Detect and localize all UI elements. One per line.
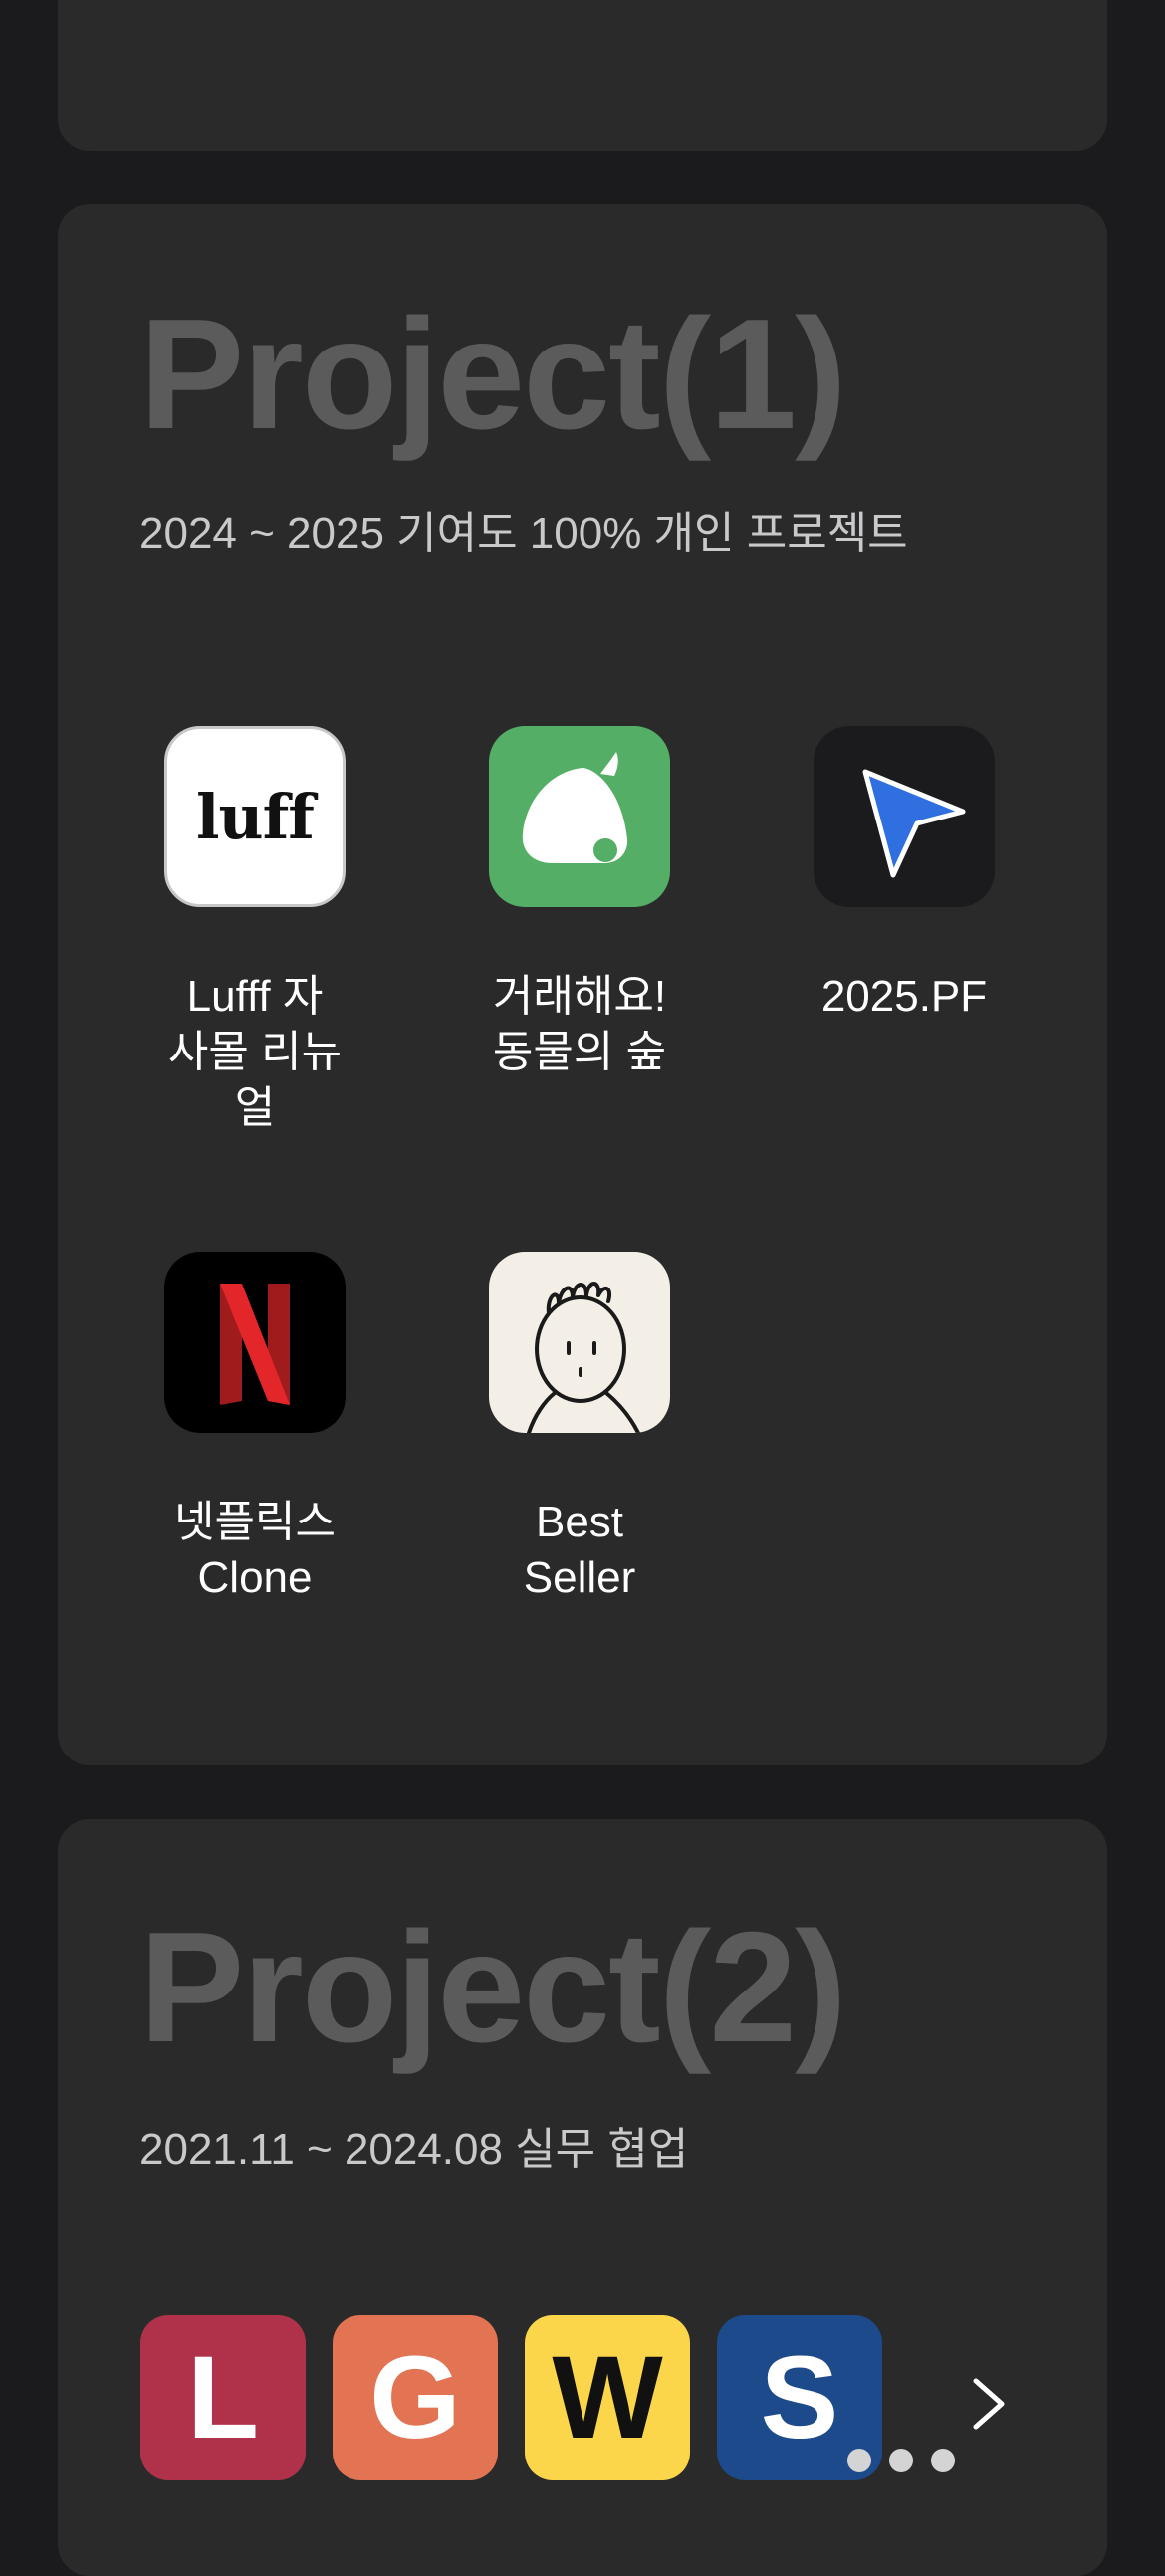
project-1-subtitle: 2024 ~ 2025 기여도 100% 개인 프로젝트 — [139, 509, 908, 558]
previous-section-card — [58, 0, 1107, 151]
cursor-arrow-icon — [814, 726, 995, 907]
project-2-title: Project(2) — [139, 1900, 847, 2075]
app-best-seller[interactable]: Best Seller — [450, 1252, 709, 1606]
luff-logo-text: luff — [196, 780, 315, 853]
app-netflix-clone[interactable]: 넷플릭스 Clone — [125, 1252, 384, 1606]
project-2-card: Project(2) 2021.11 ~ 2024.08 실무 협업 L G W… — [58, 1819, 1107, 2576]
project-2-subtitle: 2021.11 ~ 2024.08 실무 협업 — [139, 2125, 689, 2174]
app-label: 거래해요! 동물의 숲 — [492, 972, 667, 1076]
project-1-card: Project(1) 2024 ~ 2025 기여도 100% 개인 프로젝트 … — [58, 204, 1107, 1765]
app-2025-portfolio[interactable]: 2025.PF — [775, 726, 1034, 1025]
app-label: 넷플릭스 Clone — [174, 1498, 336, 1602]
app-label: 2025.PF — [820, 972, 988, 1021]
app-label: Best Seller — [523, 1498, 636, 1602]
app-animal-crossing-trade[interactable]: 거래해요! 동물의 숲 — [450, 726, 709, 1080]
company-badge-g[interactable]: G — [333, 2315, 498, 2480]
project-1-title: Project(1) — [139, 287, 847, 462]
company-badge-l[interactable]: L — [140, 2315, 306, 2480]
chevron-right-icon[interactable] — [966, 2375, 1012, 2433]
netflix-logo-icon — [164, 1252, 346, 1433]
app-lufff-renewal[interactable]: luff Lufff 자 사몰 리뉴 얼 — [125, 726, 384, 1136]
more-dots-icon — [847, 2449, 955, 2472]
doodle-face-icon — [489, 1252, 670, 1433]
company-badge-w[interactable]: W — [525, 2315, 690, 2480]
luff-logo-icon: luff — [164, 726, 346, 907]
leaf-icon — [489, 726, 670, 907]
app-label: Lufff 자 사몰 리뉴 얼 — [167, 972, 343, 1132]
